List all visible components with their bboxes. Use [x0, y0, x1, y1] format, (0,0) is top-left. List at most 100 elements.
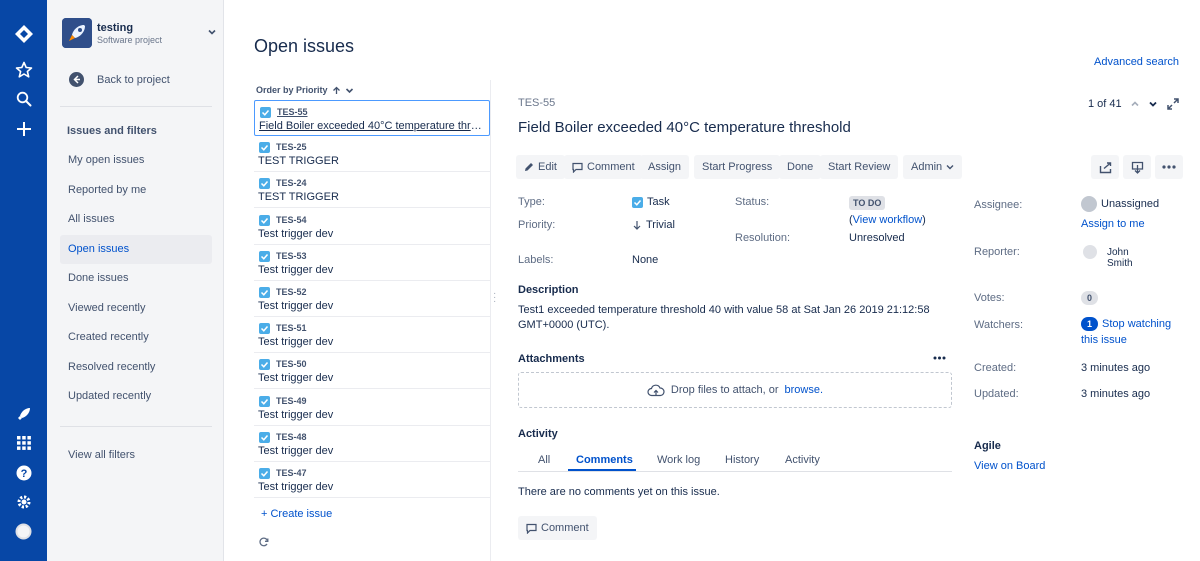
issue-list-item[interactable]: TES-24 TEST TRIGGER [254, 172, 490, 209]
view-workflow-link[interactable]: View workflow [853, 214, 923, 226]
comment-button[interactable]: Comment [564, 155, 643, 179]
advanced-search-link[interactable]: Advanced search [1094, 56, 1179, 68]
star-icon[interactable] [13, 59, 34, 80]
rocket-icon[interactable] [13, 403, 34, 424]
issue-summary: Test trigger dev [258, 227, 334, 240]
status-value-wrap: TO DO [849, 196, 886, 210]
sidebar-item-open-issues[interactable]: Open issues [60, 235, 212, 264]
previous-issue-icon[interactable] [1130, 99, 1140, 109]
order-by-dropdown[interactable]: Order by Priority [256, 85, 354, 95]
issue-list-item[interactable]: TES-55 Field Boiler exceeded 40°C tempera… [254, 100, 490, 136]
attachment-dropzone[interactable]: Drop files to attach, or browse. [518, 372, 952, 408]
watchers-value[interactable]: 1 Stop watching [1081, 317, 1171, 331]
issue-summary: Test trigger dev [258, 336, 334, 349]
tab-work-log[interactable]: Work log [657, 454, 700, 466]
votes-label: Votes: [974, 292, 1005, 304]
panel-divider[interactable] [490, 80, 491, 561]
settings-gear-icon[interactable] [13, 491, 34, 512]
share-button[interactable] [1091, 155, 1119, 179]
view-on-board-link[interactable]: View on Board [974, 460, 1045, 472]
issue-key: TES-54 [276, 214, 307, 225]
sidebar-item-my-open-issues[interactable]: My open issues [60, 146, 212, 175]
help-icon[interactable]: ? [13, 462, 34, 483]
issue-key[interactable]: TES-55 [518, 97, 555, 109]
issue-list-item[interactable]: TES-52 Test trigger dev [254, 281, 490, 317]
reporter-value[interactable]: John Smith [1107, 247, 1133, 269]
assign-button[interactable]: Assign [640, 155, 690, 179]
resolution-label: Resolution: [735, 232, 791, 244]
create-plus-icon[interactable] [13, 118, 34, 139]
issue-list-item[interactable]: TES-50 Test trigger dev [254, 353, 490, 390]
edit-button[interactable]: Edit [516, 155, 565, 179]
svg-text:?: ? [20, 468, 27, 480]
sidebar-item-viewed-recently[interactable]: Viewed recently [60, 294, 212, 323]
status-badge[interactable]: TO DO [849, 196, 886, 210]
assignee-value[interactable]: Unassigned [1081, 196, 1159, 212]
issue-key: TES-50 [276, 359, 307, 370]
sidebar-item-updated-recently[interactable]: Updated recently [60, 382, 212, 411]
search-icon[interactable] [13, 88, 34, 109]
done-button[interactable]: Done [779, 155, 822, 179]
back-to-project-link[interactable]: Back to project [67, 70, 217, 90]
issue-list-item[interactable]: TES-49 Test trigger dev [254, 390, 490, 426]
issue-list-item[interactable]: TES-48 Test trigger dev [254, 426, 490, 462]
project-avatar [62, 18, 92, 48]
attachments-more-icon[interactable] [933, 356, 946, 360]
next-issue-icon[interactable] [1148, 99, 1158, 109]
assign-to-me-link[interactable]: Assign to me [1081, 218, 1145, 230]
tab-comments[interactable]: Comments [576, 454, 633, 466]
sidebar-item-all-issues[interactable]: All issues [60, 205, 212, 234]
sidebar-item-created-recently[interactable]: Created recently [60, 323, 212, 352]
priority-value[interactable]: Trivial [632, 219, 675, 231]
admin-dropdown[interactable]: Admin [903, 155, 963, 179]
stop-watching-link-cont[interactable]: this issue [1081, 334, 1127, 346]
labels-value[interactable]: None [632, 254, 658, 266]
arrow-up-icon[interactable] [332, 86, 341, 95]
issue-list-item[interactable]: TES-47 Test trigger dev [254, 462, 490, 498]
type-value[interactable]: Task [632, 196, 670, 208]
export-icon [1131, 161, 1143, 174]
add-comment-button[interactable]: Comment [518, 516, 597, 540]
stop-watching-link[interactable]: Stop watching [1102, 318, 1171, 330]
resize-handle[interactable]: · · · [493, 289, 496, 307]
updated-value: 3 minutes ago [1081, 388, 1151, 400]
tab-activity[interactable]: Activity [785, 454, 820, 466]
description-text[interactable]: Test1 exceeded temperature threshold 40 … [518, 303, 948, 333]
sidebar-item-done-issues[interactable]: Done issues [60, 264, 212, 293]
sidebar-item-reported-by-me[interactable]: Reported by me [60, 176, 212, 205]
export-button[interactable] [1123, 155, 1151, 179]
expand-icon[interactable] [1166, 97, 1180, 111]
back-to-project-label: Back to project [97, 74, 170, 86]
project-switcher[interactable]: testing Software project [62, 18, 216, 50]
project-name: testing [97, 22, 134, 34]
back-arrow-icon [69, 72, 84, 87]
issue-list-item[interactable]: TES-54 Test trigger dev [254, 209, 490, 245]
issue-list-item[interactable]: TES-51 Test trigger dev [254, 317, 490, 354]
issue-key: TES-48 [276, 431, 307, 442]
chevron-down-icon[interactable] [345, 86, 354, 95]
pencil-icon [525, 163, 533, 171]
profile-avatar-icon[interactable] [13, 521, 34, 542]
task-checkbox-icon [260, 107, 271, 118]
create-issue-link[interactable]: + Create issue [261, 508, 332, 520]
sidebar-item-resolved-recently[interactable]: Resolved recently [60, 353, 212, 382]
issue-list: Order by Priority TES-55 Field Boiler exc… [254, 80, 490, 561]
view-all-filters-link[interactable]: View all filters [60, 441, 212, 470]
votes-value[interactable]: 0 [1081, 291, 1099, 305]
jira-logo-icon[interactable] [13, 23, 34, 44]
start-progress-button[interactable]: Start Progress [694, 155, 781, 179]
more-actions-button[interactable] [1155, 155, 1183, 179]
drop-text: Drop files to attach, or [670, 384, 779, 396]
issue-list-item[interactable]: TES-53 Test trigger dev [254, 245, 490, 281]
start-review-button[interactable]: Start Review [820, 155, 899, 179]
issue-list-item[interactable]: TES-25 TEST TRIGGER [254, 136, 490, 173]
view-workflow-wrap: (View workflow) [849, 214, 926, 226]
browse-link[interactable]: browse. [785, 384, 824, 396]
updated-label: Updated: [974, 388, 1019, 400]
divider [60, 106, 212, 107]
tab-history[interactable]: History [725, 454, 759, 466]
watchers-count-badge: 1 [1081, 317, 1099, 331]
app-switcher-icon[interactable] [13, 432, 34, 453]
refresh-icon[interactable] [259, 537, 269, 547]
tab-all[interactable]: All [538, 454, 550, 466]
